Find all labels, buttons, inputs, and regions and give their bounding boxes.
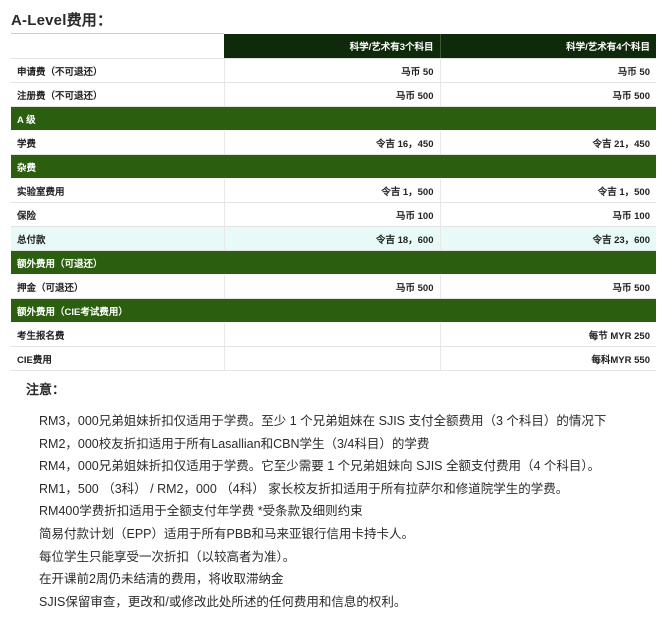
list-item: RM2，000校友折扣适用于所有Lasallian和CBN学生（3/4科目）的学…	[39, 433, 664, 456]
table-row: 注册费（不可退还） 马币 500 马币 500	[11, 82, 656, 107]
table-row: 申请费（不可退还） 马币 50 马币 50	[11, 58, 656, 83]
row-value	[224, 346, 441, 371]
notes-list: RM3，000兄弟姐妹折扣仅适用于学费。至少 1 个兄弟姐妹在 SJIS 支付全…	[22, 410, 664, 613]
header-cell-label	[11, 33, 224, 59]
header-cell-3-subjects: 科学/艺术有3个科目	[224, 33, 441, 59]
table-row: 考生报名费 每节 MYR 250	[11, 322, 656, 347]
row-value: 令吉 18，600	[224, 226, 441, 251]
row-label: 实验室费用	[11, 178, 225, 203]
row-value: 马币 50	[440, 58, 656, 83]
table-row: 保险 马币 100 马币 100	[11, 202, 656, 227]
row-label: 保险	[11, 202, 225, 227]
notes-title: 注意：	[26, 382, 66, 397]
list-item: SJIS保留审查，更改和/或修改此处所述的任何费用和信息的权利。	[39, 591, 664, 614]
row-label: CIE费用	[11, 346, 225, 371]
section-row: 杂费	[11, 154, 656, 179]
section-label: 额外费用（可退还）	[11, 250, 656, 275]
row-label: 申请费（不可退还）	[11, 58, 225, 83]
row-value: 令吉 16，450	[224, 130, 441, 155]
header-cell-4-subjects: 科学/艺术有4个科目	[440, 33, 656, 59]
list-item: RM3，000兄弟姐妹折扣仅适用于学费。至少 1 个兄弟姐妹在 SJIS 支付全…	[39, 410, 664, 433]
fee-page: A-Level费用： 科学/艺术有3个科目 科学/艺术有4个科目 申请费（不可退…	[0, 0, 664, 631]
table-row: CIE费用 每科MYR 550	[11, 346, 656, 371]
fee-table-body: 科学/艺术有3个科目 科学/艺术有4个科目 申请费（不可退还） 马币 50 马币 5…	[11, 33, 656, 371]
total-row: 总付款 令吉 18，600 令吉 23，600	[11, 226, 656, 251]
row-value: 马币 500	[224, 274, 441, 299]
row-value: 马币 500	[224, 82, 441, 107]
list-item: RM1，500 （3科） / RM2，000 （4科） 家长校友折扣适用于所有拉…	[39, 478, 664, 501]
row-label: 押金（可退还）	[11, 274, 225, 299]
list-item: 每位学生只能享受一次折扣（以较高者为准）。	[39, 546, 664, 569]
row-label: 注册费（不可退还）	[11, 82, 225, 107]
list-item: 简易付款计划（EPP）适用于所有PBB和马来亚银行信用卡持卡人。	[39, 523, 664, 546]
row-label: 总付款	[11, 226, 225, 251]
row-value: 马币 500	[440, 274, 656, 299]
row-value: 令吉 23，600	[440, 226, 656, 251]
section-label: A 级	[11, 106, 656, 131]
table-row: 实验室费用 令吉 1，500 令吉 1，500	[11, 178, 656, 203]
row-value: 每节 MYR 250	[440, 322, 656, 347]
row-value: 每科MYR 550	[440, 346, 656, 371]
table-header-row: 科学/艺术有3个科目 科学/艺术有4个科目	[11, 33, 656, 59]
row-value: 令吉 1，500	[440, 178, 656, 203]
list-item: RM4，000兄弟姐妹折扣仅适用于学费。它至少需要 1 个兄弟姐妹向 SJIS …	[39, 455, 664, 478]
row-value: 马币 100	[224, 202, 441, 227]
list-item: 在开课前2周仍未结清的费用，将收取滞纳金	[39, 568, 664, 591]
row-value: 令吉 21，450	[440, 130, 656, 155]
section-row: A 级	[11, 106, 656, 131]
row-value: 马币 500	[440, 82, 656, 107]
section-row: 额外费用（可退还）	[11, 250, 656, 275]
list-item: RM400学费折扣适用于全额支付年学费 *受条款及细则约束	[39, 500, 664, 523]
section-row: 额外费用（CIE考试费用）	[11, 298, 656, 323]
table-row: 押金（可退还） 马币 500 马币 500	[11, 274, 656, 299]
row-value: 令吉 1，500	[224, 178, 441, 203]
section-label: 杂费	[11, 154, 656, 179]
row-value	[224, 322, 441, 347]
fee-table: 科学/艺术有3个科目 科学/艺术有4个科目 申请费（不可退还） 马币 50 马币 5…	[11, 33, 656, 371]
row-value: 马币 100	[440, 202, 656, 227]
row-label: 学费	[11, 130, 225, 155]
table-row: 学费 令吉 16，450 令吉 21，450	[11, 130, 656, 155]
page-title: A-Level费用：	[11, 12, 113, 29]
row-value: 马币 50	[224, 58, 441, 83]
section-label: 额外费用（CIE考试费用）	[11, 298, 656, 323]
row-label: 考生报名费	[11, 322, 225, 347]
